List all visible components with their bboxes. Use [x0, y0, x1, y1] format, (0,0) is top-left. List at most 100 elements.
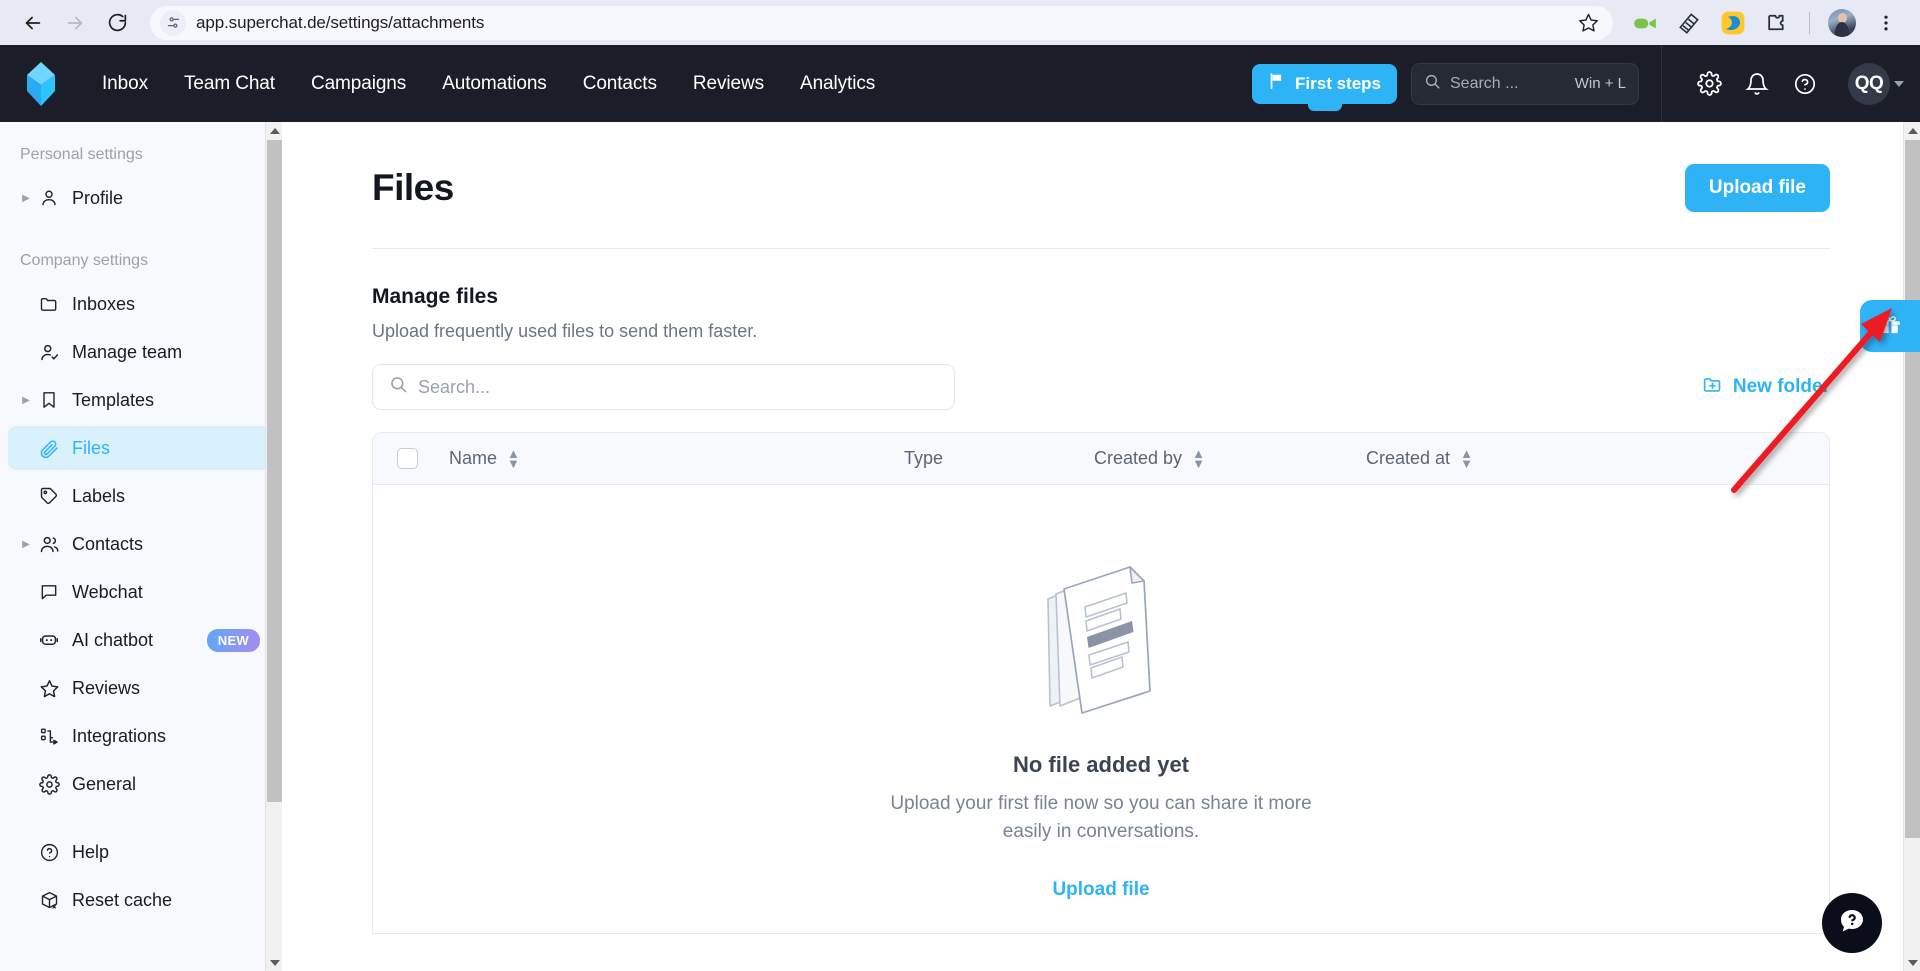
user-menu[interactable]: QQ — [1848, 62, 1920, 105]
empty-state-upload-link[interactable]: Upload file — [1052, 879, 1149, 901]
column-header-created-at[interactable]: Created at ▲ ▼ — [1366, 447, 1626, 469]
url-text: app.superchat.de/settings/attachments — [196, 12, 485, 32]
sidebar-item-profile[interactable]: ▶ Profile — [8, 176, 274, 220]
superchat-logo[interactable] — [18, 61, 64, 107]
sidebar-item-contacts[interactable]: ▶ Contacts — [8, 522, 274, 566]
sidebar-item-label: Profile — [72, 187, 124, 208]
address-bar[interactable]: app.superchat.de/settings/attachments — [150, 5, 1613, 40]
sort-icon[interactable]: ▲ ▼ — [1192, 447, 1205, 469]
sidebar-item-webchat[interactable]: ▶ Webchat — [8, 570, 274, 614]
back-icon[interactable] — [14, 4, 52, 42]
nav-item-automations[interactable]: Automations — [424, 63, 565, 105]
files-table: Name ▲ ▼ Type Created by ▲ ▼ Created at ▲ ▼ — [372, 432, 1830, 934]
nav-item-inbox[interactable]: Inbox — [84, 63, 166, 105]
edit-highlight-icon[interactable] — [1713, 3, 1753, 43]
sort-icon[interactable]: ▲ ▼ — [507, 447, 520, 469]
sidebar-item-integrations[interactable]: ▶ Integrations — [8, 714, 274, 758]
bookmark-star-icon[interactable] — [1571, 6, 1605, 40]
sort-icon[interactable]: ▲ ▼ — [1460, 447, 1473, 469]
section-title: Manage files — [372, 285, 499, 308]
sidebar-item-labels[interactable]: ▶ Labels — [8, 474, 274, 518]
scroll-down-icon[interactable] — [1904, 954, 1920, 971]
screen-recorder-icon[interactable] — [1625, 3, 1665, 43]
folder-plus-icon — [1702, 374, 1723, 401]
notes-icon[interactable] — [1669, 3, 1709, 43]
main-scrollbar[interactable] — [1903, 122, 1920, 971]
nav-item-analytics[interactable]: Analytics — [782, 63, 893, 105]
bell-icon[interactable] — [1736, 63, 1778, 105]
sidebar-item-label: Reviews — [72, 677, 141, 698]
nav-item-reviews[interactable]: Reviews — [675, 63, 782, 105]
site-info-icon[interactable] — [160, 9, 186, 36]
main-content: Files Upload file Manage files Upload fr… — [282, 122, 1920, 971]
flag-icon — [1268, 72, 1285, 95]
new-folder-button[interactable]: New folder — [1702, 374, 1830, 401]
main-scroll-thumb[interactable] — [1905, 140, 1920, 838]
question-chat-icon — [1837, 906, 1867, 941]
page-body: Personal settings ▶ Profile Company sett… — [0, 122, 1920, 971]
bookmark-icon — [34, 390, 64, 410]
browser-menu-icon[interactable] — [1866, 3, 1906, 43]
tag-icon — [34, 486, 64, 506]
sidebar-scrollbar[interactable] — [265, 122, 282, 971]
table-header-row: Name ▲ ▼ Type Created by ▲ ▼ Created at ▲ ▼ — [373, 433, 1829, 485]
chevron-right-icon[interactable]: ▶ — [18, 539, 34, 550]
reload-icon[interactable] — [98, 4, 136, 42]
sidebar-item-general[interactable]: ▶ General — [8, 762, 274, 806]
sidebar-item-inboxes[interactable]: ▶ Inboxes — [8, 282, 274, 326]
column-header-type[interactable]: Type — [904, 448, 1094, 469]
paperclip-icon — [34, 438, 64, 459]
new-folder-label: New folder — [1732, 376, 1830, 397]
search-input[interactable]: Search... — [372, 364, 955, 410]
sidebar-item-label: Reset cache — [72, 889, 173, 910]
column-header-name[interactable]: Name ▲ ▼ — [449, 447, 904, 469]
nav-item-team-chat[interactable]: Team Chat — [166, 63, 293, 105]
gear-icon[interactable] — [1688, 63, 1730, 105]
sidebar-item-label: Integrations — [72, 725, 167, 746]
scroll-down-icon[interactable] — [266, 954, 282, 971]
content-wrapper: Files Upload file Manage files Upload fr… — [282, 122, 1920, 934]
search-placeholder: Search... — [418, 376, 491, 397]
search-icon — [1424, 73, 1441, 95]
column-header-created-by[interactable]: Created by ▲ ▼ — [1094, 447, 1366, 469]
extensions-puzzle-icon[interactable] — [1757, 3, 1797, 43]
global-search-placeholder: Search ... — [1450, 74, 1519, 92]
nav-item-contacts[interactable]: Contacts — [565, 63, 675, 105]
upload-file-button[interactable]: Upload file — [1684, 164, 1830, 212]
gift-tab-button[interactable] — [1860, 300, 1920, 352]
forward-icon[interactable] — [56, 4, 94, 42]
sidebar-item-templates[interactable]: ▶ Templates — [8, 378, 274, 422]
chevron-right-icon[interactable]: ▶ — [18, 193, 34, 204]
avatar[interactable] — [1822, 3, 1862, 43]
sidebar-item-help[interactable]: ▶ Help — [8, 830, 274, 874]
sidebar-item-label: Manage team — [72, 341, 183, 362]
sidebar-item-reviews[interactable]: ▶ Reviews — [8, 666, 274, 710]
sidebar-item-label: General — [72, 773, 137, 794]
question-circle-icon — [34, 842, 64, 863]
scroll-up-icon[interactable] — [266, 122, 282, 139]
sidebar-scroll-thumb[interactable] — [267, 140, 282, 802]
nav-item-campaigns[interactable]: Campaigns — [293, 63, 424, 105]
toolbar-divider — [1809, 11, 1810, 34]
sidebar-item-files[interactable]: ▶ Files — [8, 426, 274, 470]
sidebar-item-ai-chatbot[interactable]: ▶ AI chatbot NEW — [8, 618, 274, 662]
browser-toolbar: app.superchat.de/settings/attachments — [0, 0, 1920, 45]
help-bubble-button[interactable] — [1822, 893, 1882, 953]
select-all-checkbox[interactable] — [397, 448, 418, 469]
sidebar-item-manage-team[interactable]: ▶ Manage team — [8, 330, 274, 374]
toolbar-row: Search... New folder — [372, 364, 1880, 410]
sidebar-item-reset-cache[interactable]: ▶ Reset cache — [8, 878, 274, 922]
column-label: Created at — [1366, 448, 1451, 468]
scroll-up-icon[interactable] — [1904, 122, 1920, 139]
sidebar-item-label: Contacts — [72, 533, 144, 554]
gear-icon — [34, 773, 64, 795]
page-title: Files — [372, 167, 454, 208]
user-icon — [34, 188, 64, 208]
first-steps-button[interactable]: First steps — [1252, 63, 1397, 111]
global-search-input[interactable]: Search ... Win + L — [1411, 62, 1639, 105]
column-label: Created by — [1094, 448, 1183, 468]
main-navigation: Inbox Team Chat Campaigns Automations Co… — [84, 63, 893, 105]
chevron-right-icon[interactable]: ▶ — [18, 395, 34, 406]
question-circle-icon[interactable] — [1784, 63, 1826, 105]
